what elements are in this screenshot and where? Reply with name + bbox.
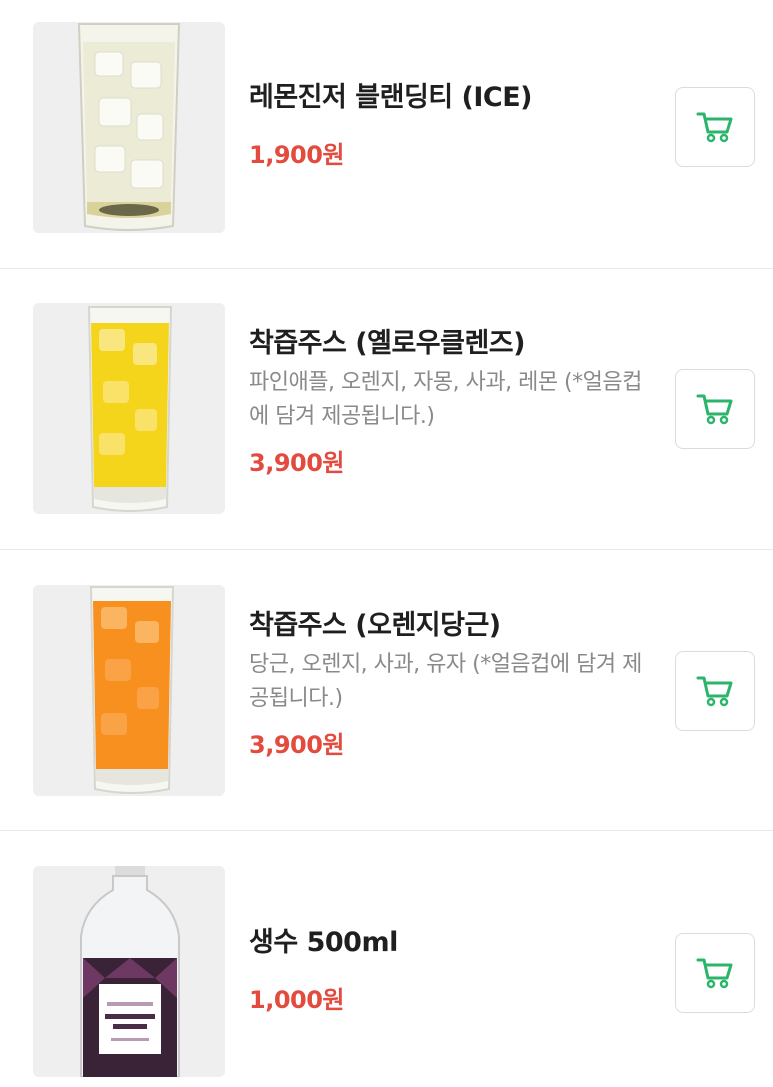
menu-item-image — [33, 303, 225, 514]
menu-item-name: 착즙주스 (오렌지당근) — [249, 610, 501, 641]
cart-icon — [696, 112, 733, 143]
menu-item-info: 레몬진저 블랜딩티 (ICE) 1,900원 — [249, 80, 649, 172]
menu-item-description: 파인애플, 오렌지, 자몽, 사과, 레몬 (*얼음컵에 담겨 제공됩니다.) — [249, 370, 642, 429]
menu-item-info: 생수 500ml 1,000원 — [249, 925, 649, 1017]
menu-item-name: 레몬진저 블랜딩티 (ICE) — [249, 82, 533, 113]
add-to-cart-button[interactable] — [675, 651, 755, 731]
menu-item-name: 생수 500ml — [249, 927, 398, 958]
menu-item-info: 착즙주스 (옐로우클렌즈) 파인애플, 오렌지, 자몽, 사과, 레몬 (*얼음… — [249, 326, 649, 480]
menu-item-image — [33, 585, 225, 796]
yellow-juice-glass-image — [33, 303, 225, 514]
menu-item-price: 1,000원 — [249, 986, 345, 1014]
iced-tea-glass-image — [33, 22, 225, 233]
divider — [0, 830, 773, 831]
add-to-cart-button[interactable] — [675, 87, 755, 167]
cart-icon — [696, 394, 733, 425]
orange-juice-glass-image — [33, 585, 225, 796]
menu-item-price: 3,900원 — [249, 449, 345, 477]
menu-item-info: 착즙주스 (오렌지당근) 당근, 오렌지, 사과, 유자 (*얼음컵에 담겨 제… — [249, 608, 649, 762]
add-to-cart-button[interactable] — [675, 369, 755, 449]
divider — [0, 268, 773, 269]
menu-list: 레몬진저 블랜딩티 (ICE) 1,900원 착즙주스 (옐로우클렌즈) 파인애… — [0, 0, 773, 1087]
menu-item-image — [33, 22, 225, 233]
menu-item-price: 3,900원 — [249, 731, 345, 759]
menu-item-image — [33, 866, 225, 1077]
menu-item-description: 당근, 오렌지, 사과, 유자 (*얼음컵에 담겨 제공됩니다.) — [249, 652, 642, 711]
water-bottle-image — [33, 866, 225, 1077]
menu-item-name: 착즙주스 (옐로우클렌즈) — [249, 328, 525, 359]
add-to-cart-button[interactable] — [675, 933, 755, 1013]
cart-icon — [696, 676, 733, 707]
menu-item-price: 1,900원 — [249, 141, 345, 169]
cart-icon — [696, 958, 733, 989]
divider — [0, 549, 773, 550]
